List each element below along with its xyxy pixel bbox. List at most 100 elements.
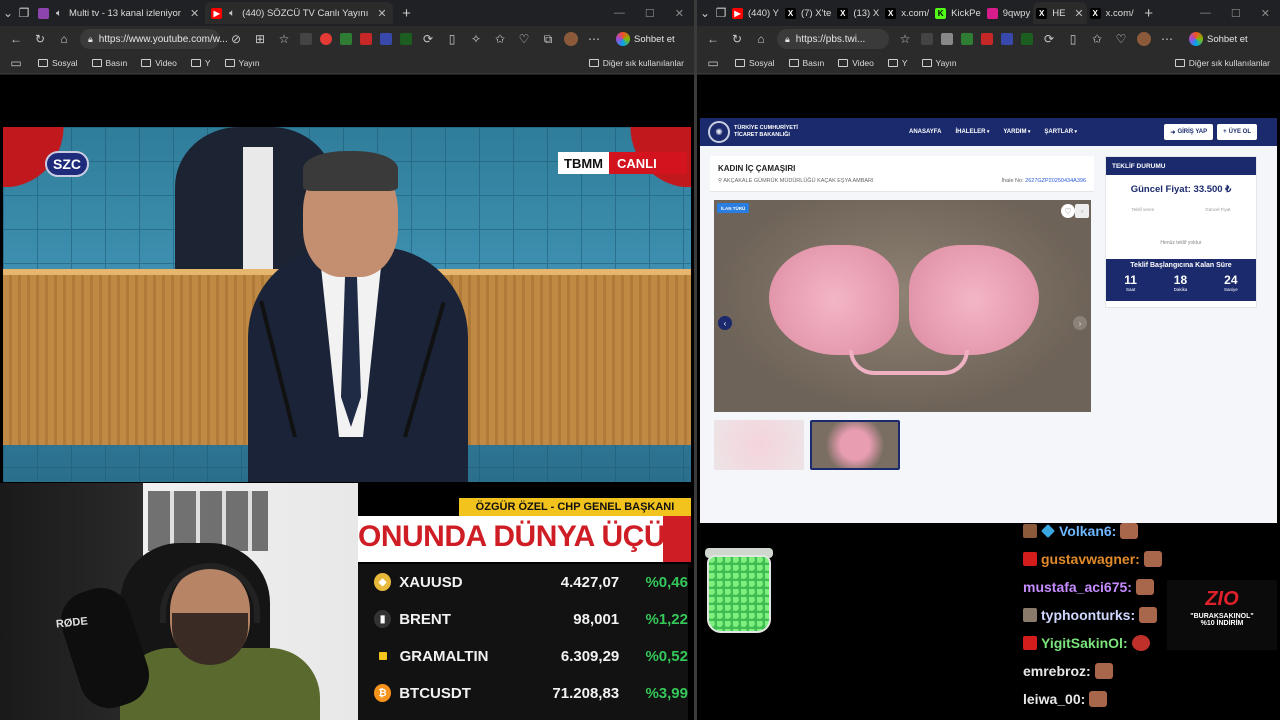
market-symbol: GRAMALTIN: [399, 647, 489, 665]
split-screen-icon[interactable]: ▯: [1065, 32, 1081, 46]
heart-icon[interactable]: ♡: [1113, 32, 1129, 46]
bookmark-folder[interactable]: Video: [838, 58, 874, 68]
minimize-button[interactable]: —: [614, 7, 625, 19]
extension-1-icon[interactable]: [921, 33, 933, 45]
close-window-button[interactable]: ✕: [1261, 7, 1270, 20]
share-icon[interactable]: ▫: [1075, 204, 1089, 218]
other-favorites[interactable]: Diğer sık kullanılanlar: [1174, 58, 1270, 68]
tab-he[interactable]: X HE ✕: [1033, 2, 1087, 24]
bookmark-folder[interactable]: Yayın: [224, 58, 260, 68]
close-tab-icon[interactable]: ✕: [1074, 7, 1083, 20]
reload-icon[interactable]: ↻: [729, 32, 745, 46]
tab-actions-icon[interactable]: ⌄: [0, 6, 16, 20]
sidebar-toggle-icon[interactable]: ▭: [8, 56, 24, 70]
new-tab-icon[interactable]: +: [399, 5, 415, 22]
bookmark-folder[interactable]: Y: [887, 58, 908, 68]
tab-9qwpy[interactable]: 9qwpy: [984, 2, 1033, 24]
speaker-icon[interactable]: 🔈︎: [54, 8, 64, 19]
next-image-icon[interactable]: ›: [1073, 316, 1087, 330]
profile-avatar[interactable]: [564, 32, 578, 46]
tab-x[interactable]: X (7) X'te: [782, 2, 834, 24]
extension-1-icon[interactable]: [300, 33, 312, 45]
extensions-puzzle-icon[interactable]: ✧: [468, 32, 484, 46]
extension-4-icon[interactable]: [360, 33, 372, 45]
nav-tenders[interactable]: İHALELER: [955, 129, 989, 135]
nav-terms[interactable]: ŞARTLAR: [1044, 129, 1077, 135]
favorites-icon[interactable]: ✩: [492, 32, 508, 46]
split-screen-icon[interactable]: ▯: [444, 32, 460, 46]
more-menu-icon[interactable]: ⋯: [586, 32, 602, 46]
collections-icon[interactable]: ⧉: [540, 32, 556, 47]
auth-buttons: ➜ GİRİŞ YAP + ÜYE OL: [1164, 124, 1257, 140]
extension-6-icon[interactable]: [400, 33, 412, 45]
login-button[interactable]: ➜ GİRİŞ YAP: [1164, 124, 1214, 140]
tab-kick[interactable]: K KickPe: [932, 2, 984, 24]
market-value: 98,001: [573, 610, 620, 628]
copilot-button[interactable]: Sohbet et: [1183, 32, 1254, 46]
tab-x[interactable]: Xx.com/: [882, 2, 932, 24]
more-menu-icon[interactable]: ⋯: [1159, 32, 1175, 46]
close-window-button[interactable]: ✕: [675, 7, 684, 20]
back-icon[interactable]: ←: [705, 32, 721, 46]
bookmark-folder[interactable]: Sosyal: [38, 58, 78, 68]
speaker-icon[interactable]: 🔈︎: [227, 8, 237, 19]
url-field[interactable]: 🔒︎ https://www.youtube.com/w...: [80, 29, 228, 49]
minimize-button[interactable]: —: [1200, 7, 1211, 19]
bookmark-folder[interactable]: Yayın: [921, 58, 957, 68]
extension-4-icon[interactable]: [981, 33, 993, 45]
bookmark-folder[interactable]: Basın: [788, 58, 824, 68]
extension-5-icon[interactable]: [380, 33, 392, 45]
video-player[interactable]: SZC TBMM CANLI: [3, 127, 691, 482]
reload-icon[interactable]: ↻: [32, 32, 48, 46]
prev-image-icon[interactable]: ‹: [718, 316, 732, 330]
tab-actions-icon[interactable]: ⌄: [697, 6, 713, 20]
new-tab-icon[interactable]: +: [1141, 5, 1157, 22]
extension-2-icon[interactable]: [941, 33, 953, 45]
tab-youtube[interactable]: ▶ (440) Y: [729, 2, 782, 24]
extension-2-icon[interactable]: [320, 33, 332, 45]
favorite-star-icon[interactable]: ☆: [897, 32, 913, 46]
heart-icon[interactable]: ♡: [516, 32, 532, 46]
refresh-ext-icon[interactable]: ⟳: [420, 32, 436, 46]
reader-icon[interactable]: ⊘: [228, 32, 244, 46]
bookmark-folder[interactable]: Y: [190, 58, 211, 68]
signup-button[interactable]: + ÜYE OL: [1217, 124, 1257, 140]
maximize-button[interactable]: ☐: [645, 7, 655, 20]
other-favorites[interactable]: Diğer sık kullanılanlar: [588, 58, 684, 68]
back-icon[interactable]: ←: [8, 32, 24, 46]
close-tab-icon[interactable]: ✕: [190, 7, 199, 20]
close-tab-icon[interactable]: ✕: [377, 7, 386, 20]
tab-x[interactable]: Xx.com/: [1087, 2, 1137, 24]
favorite-heart-icon[interactable]: ♡: [1061, 204, 1075, 218]
refresh-ext-icon[interactable]: ⟳: [1041, 32, 1057, 46]
bookmark-folder[interactable]: Basın: [91, 58, 127, 68]
apps-icon[interactable]: ⊞: [252, 32, 268, 46]
workspaces-icon[interactable]: ❐: [713, 6, 729, 20]
home-icon[interactable]: ⌂: [753, 32, 769, 46]
profile-avatar[interactable]: [1137, 32, 1151, 46]
favorites-icon[interactable]: ✩: [1089, 32, 1105, 46]
extension-5-icon[interactable]: [1001, 33, 1013, 45]
workspaces-icon[interactable]: ❐: [16, 6, 32, 20]
extension-3-icon[interactable]: [961, 33, 973, 45]
tab-multi-tv[interactable]: 🔈︎ Multi tv - 13 kanal izleniyor ✕: [32, 2, 205, 24]
favorite-star-icon[interactable]: ☆: [276, 32, 292, 46]
nav-home[interactable]: ANASAYFA: [909, 129, 941, 135]
live-badge: TBMM CANLI: [558, 152, 687, 174]
url-field[interactable]: 🔒︎ https://pbs.twi...: [777, 29, 889, 49]
thumbnail-1[interactable]: [714, 420, 804, 470]
extension-3-icon[interactable]: [340, 33, 352, 45]
maximize-button[interactable]: ☐: [1231, 7, 1241, 20]
bookmark-folder[interactable]: Video: [141, 58, 177, 68]
bookmark-folder[interactable]: Sosyal: [735, 58, 775, 68]
nav-help[interactable]: YARDIM: [1003, 129, 1030, 135]
tender-label: İhale No:: [1001, 178, 1024, 184]
extension-6-icon[interactable]: [1021, 33, 1033, 45]
home-icon[interactable]: ⌂: [56, 32, 72, 46]
thumbnail-2[interactable]: [810, 420, 900, 470]
tab-sozcu-tv[interactable]: ▶ 🔈︎ (440) SÖZCÜ TV Canlı Yayını ✕: [205, 2, 393, 24]
wall-frames: [148, 491, 268, 551]
tab-x[interactable]: X (13) X: [834, 2, 882, 24]
copilot-button[interactable]: Sohbet et: [610, 32, 681, 46]
sidebar-toggle-icon[interactable]: ▭: [705, 56, 721, 70]
